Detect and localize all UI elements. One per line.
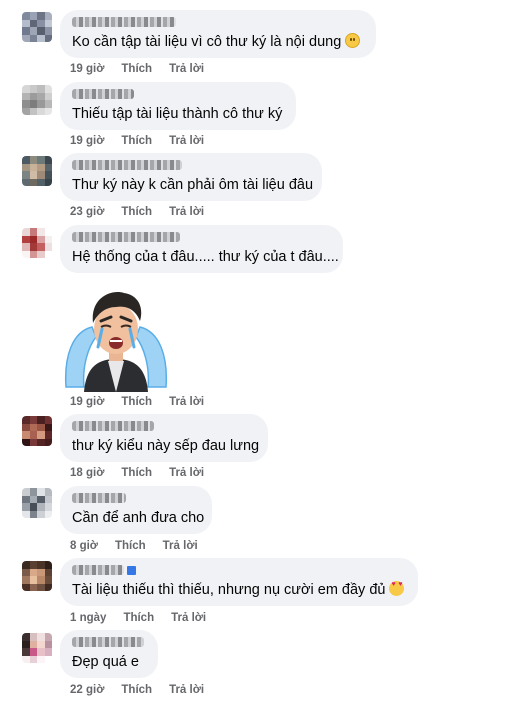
commenter-name-blurred[interactable] (72, 160, 182, 170)
avatar[interactable] (22, 561, 52, 591)
like-link[interactable]: Thích (123, 612, 154, 624)
reply-link[interactable]: Trả lời (169, 684, 204, 696)
avatar[interactable] (22, 156, 52, 186)
commenter-name-blurred[interactable] (72, 17, 176, 27)
comment-bubble: thư ký kiểu này sếp đau lưng (60, 414, 268, 462)
comment-bubble: Cần để anh đưa cho (60, 486, 212, 534)
reply-link[interactable]: Trả lời (169, 135, 204, 147)
comment-meta: 1 ngày Thích Trả lời (70, 612, 223, 624)
comment-time[interactable]: 19 giờ (70, 135, 104, 147)
reply-link[interactable]: Trả lời (169, 396, 204, 408)
comment-time[interactable]: 8 giờ (70, 540, 98, 552)
avatar[interactable] (22, 633, 52, 663)
like-link[interactable]: Thích (121, 684, 152, 696)
comment-meta: 22 giờ Thích Trả lời (70, 684, 221, 696)
comment-text: Đẹp quá e (72, 654, 139, 670)
like-link[interactable]: Thích (121, 63, 152, 75)
avatar[interactable] (22, 12, 52, 42)
verified-badge-icon (127, 566, 136, 575)
like-link[interactable]: Thích (121, 467, 152, 479)
heart-eyes-emoji-icon (389, 581, 405, 596)
like-link[interactable]: Thích (121, 396, 152, 408)
avatar[interactable] (22, 488, 52, 518)
comment-bubble: Ko cần tập tài liệu vì cô thư ký là nội … (60, 10, 376, 58)
comment-bubble: Đẹp quá e (60, 630, 158, 678)
comment-time[interactable]: 19 giờ (70, 63, 104, 75)
comment-text: Thư ký này k cần phải ôm tài liệu đâu (72, 177, 314, 193)
comment-text: Ko cần tập tài liệu vì cô thư ký là nội … (72, 34, 342, 50)
comment-text: Cần để anh đưa cho (72, 510, 205, 526)
comment-meta: 8 giờ Thích Trả lời (70, 540, 215, 552)
comment-time[interactable]: 18 giờ (70, 467, 104, 479)
comment-meta: 19 giờ Thích Trả lời (70, 396, 221, 408)
reply-link[interactable]: Trả lời (169, 206, 204, 218)
like-link[interactable]: Thích (115, 540, 146, 552)
crying-man-sticker[interactable] (62, 287, 170, 392)
commenter-name-blurred[interactable] (72, 493, 126, 503)
comment-meta: 23 giờ Thích Trả lời (70, 206, 221, 218)
comment-bubble: Tài liệu thiếu thì thiếu, nhưng nụ cười … (60, 558, 418, 606)
commenter-name-blurred[interactable] (72, 637, 144, 647)
avatar[interactable] (22, 416, 52, 446)
comment-text: Hệ thống của t đâu..... thư ký của t đâu… (72, 249, 339, 265)
like-link[interactable]: Thích (121, 135, 152, 147)
reply-link[interactable]: Trả lời (171, 612, 206, 624)
commenter-name-blurred[interactable] (72, 232, 180, 242)
avatar[interactable] (22, 228, 52, 258)
comment-time[interactable]: 23 giờ (70, 206, 104, 218)
commenter-name-blurred[interactable] (72, 89, 134, 99)
reply-link[interactable]: Trả lời (169, 63, 204, 75)
smile-emoji-icon (345, 33, 361, 48)
comment-bubble: Hệ thống của t đâu..... thư ký của t đâu… (60, 225, 343, 273)
reply-link[interactable]: Trả lời (163, 540, 198, 552)
comment-bubble: Thư ký này k cần phải ôm tài liệu đâu (60, 153, 322, 201)
comment-text: Thiếu tập tài liệu thành cô thư ký (72, 106, 283, 122)
commenter-name-blurred[interactable] (72, 421, 154, 431)
comment-meta: 18 giờ Thích Trả lời (70, 467, 221, 479)
reply-link[interactable]: Trả lời (169, 467, 204, 479)
comment-meta: 19 giờ Thích Trả lời (70, 135, 221, 147)
comment-time[interactable]: 1 ngày (70, 612, 106, 624)
comment-time[interactable]: 22 giờ (70, 684, 104, 696)
comment-text: thư ký kiểu này sếp đau lưng (72, 438, 260, 454)
comment-meta: 19 giờ Thích Trả lời (70, 63, 221, 75)
commenter-name-blurred[interactable] (72, 565, 124, 575)
avatar[interactable] (22, 85, 52, 115)
comment-time[interactable]: 19 giờ (70, 396, 104, 408)
like-link[interactable]: Thích (121, 206, 152, 218)
comment-bubble: Thiếu tập tài liệu thành cô thư ký (60, 82, 296, 130)
comment-text: Tài liệu thiếu thì thiếu, nhưng nụ cười … (72, 582, 386, 598)
